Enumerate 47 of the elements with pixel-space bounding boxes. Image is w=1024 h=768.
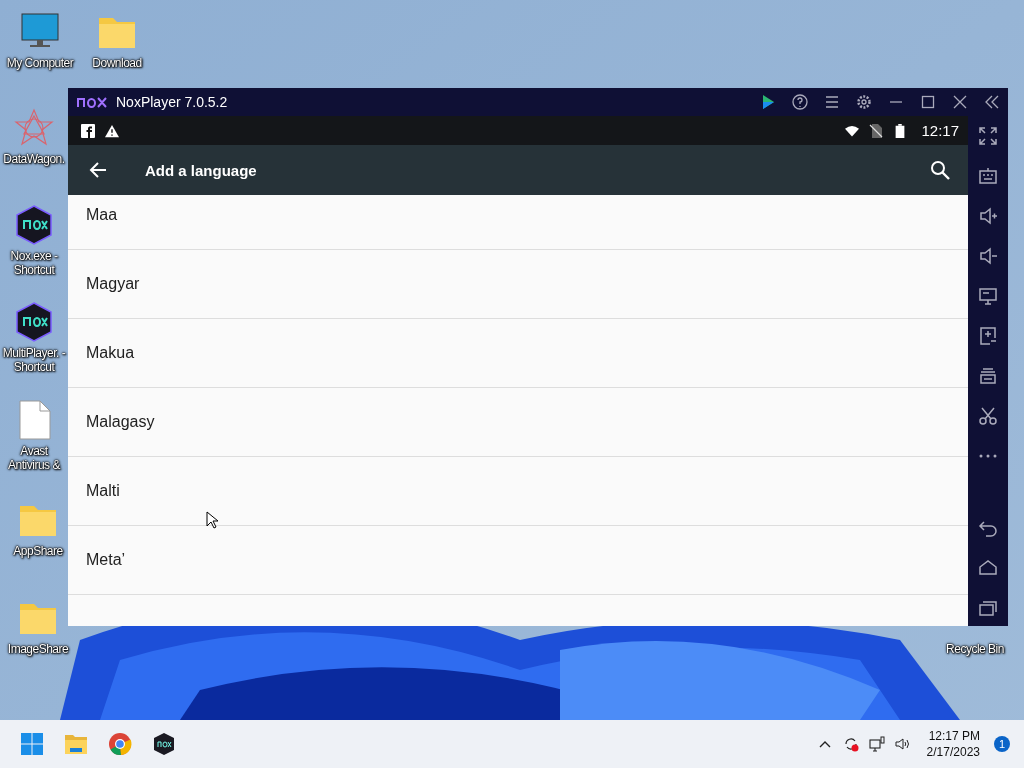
wifi-icon	[845, 123, 860, 138]
speaker-icon[interactable]	[894, 736, 911, 752]
taskbar-date[interactable]: 2/17/2023	[926, 744, 980, 760]
recent-apps-icon[interactable]	[978, 598, 998, 618]
settings-icon[interactable]	[856, 94, 872, 110]
app-bar-title: Add a language	[145, 161, 257, 179]
windows-start-icon[interactable]	[20, 732, 44, 756]
stack-icon[interactable]	[978, 366, 998, 386]
network-icon[interactable]	[868, 736, 885, 752]
language-item[interactable]: Meta’	[68, 526, 968, 595]
mouse-cursor-icon	[206, 511, 218, 529]
nox-app-icon[interactable]	[152, 732, 176, 756]
home-icon[interactable]	[978, 558, 998, 578]
language-item[interactable]: Maa	[68, 195, 968, 250]
close-icon[interactable]	[952, 94, 968, 110]
warning-icon	[105, 123, 119, 138]
status-time: 12:17	[921, 122, 959, 139]
language-item[interactable]: Malagasy	[68, 388, 968, 457]
window-title: NoxPlayer 7.0.5.2	[116, 94, 228, 110]
nox-app-icon[interactable]	[14, 302, 54, 342]
maximize-icon[interactable]	[920, 94, 936, 110]
sync-icon[interactable]	[842, 736, 859, 752]
facebook-icon	[81, 123, 95, 138]
nox-logo-icon	[76, 96, 108, 108]
taskbar-time[interactable]: 12:17 PM	[928, 728, 980, 744]
menu-icon[interactable]	[824, 94, 840, 110]
chrome-icon[interactable]	[108, 732, 132, 756]
volume-up-icon[interactable]	[978, 206, 998, 226]
notification-count[interactable]: 1	[994, 736, 1010, 752]
fullscreen-icon[interactable]	[978, 126, 998, 146]
star-pattern-icon[interactable]	[14, 108, 54, 148]
no-sim-icon	[869, 123, 884, 138]
play-store-icon[interactable]	[760, 94, 776, 110]
help-icon[interactable]	[792, 94, 808, 110]
language-item[interactable]: Makua	[68, 319, 968, 388]
language-item[interactable]: Magyar	[68, 250, 968, 319]
screen-icon[interactable]	[978, 286, 998, 306]
nox-app-icon[interactable]	[14, 205, 54, 245]
volume-down-icon[interactable]	[978, 246, 998, 266]
folder-icon[interactable]	[64, 732, 88, 756]
search-icon[interactable]	[930, 160, 950, 180]
add-apk-icon[interactable]	[978, 326, 998, 346]
keyboard-icon[interactable]	[978, 166, 998, 186]
back-arrow-icon[interactable]	[89, 161, 107, 179]
back-icon[interactable]	[978, 518, 998, 538]
scissors-icon[interactable]	[978, 406, 998, 426]
collapse-icon[interactable]	[984, 94, 1000, 110]
